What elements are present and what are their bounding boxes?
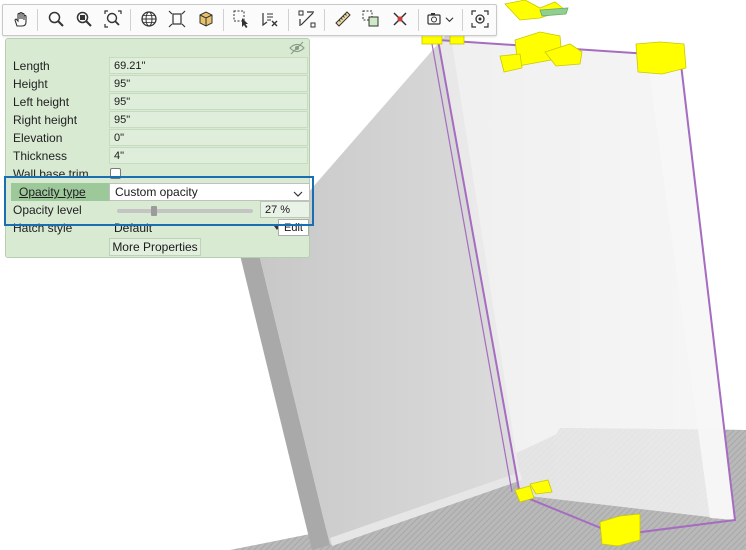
fit-selection-button[interactable] xyxy=(165,7,190,33)
zoom-window-icon xyxy=(75,10,93,31)
globe-icon xyxy=(140,10,158,31)
property-row-wall-base-trim: Wall base trim xyxy=(11,165,308,183)
select-cursor-button[interactable] xyxy=(229,7,254,33)
toolbar-separator xyxy=(324,9,326,31)
select-list-icon xyxy=(261,10,279,31)
property-row-left-height: Left height 95" xyxy=(11,93,308,111)
cube-view-button[interactable] xyxy=(193,7,218,33)
property-row-opacity-level: Opacity level 27 % xyxy=(11,201,310,219)
thickness-field[interactable]: 4" xyxy=(109,147,308,164)
toolbar-separator xyxy=(417,9,419,31)
properties-panel: Length 69.21" Height 95" Left height 95"… xyxy=(5,38,310,258)
chevron-down-icon xyxy=(293,187,303,197)
more-properties-button[interactable]: More Properties xyxy=(109,238,201,256)
height-field[interactable]: 95" xyxy=(109,75,308,92)
panel-header xyxy=(6,39,309,57)
toolbar-separator xyxy=(130,9,132,31)
hand-icon xyxy=(11,10,29,31)
dimension-icon xyxy=(298,10,316,31)
copy-select-icon xyxy=(362,10,380,31)
hatch-edit-button[interactable]: Edit xyxy=(278,219,309,236)
select-cursor-icon xyxy=(233,10,251,31)
dimension-button[interactable] xyxy=(294,7,319,33)
elevation-label: Elevation xyxy=(13,131,63,145)
hide-eye-icon[interactable] xyxy=(289,41,305,55)
viewport-toolbar xyxy=(2,4,497,36)
cube-view-icon xyxy=(197,10,215,31)
zoom-extents-button[interactable] xyxy=(100,7,125,33)
fit-selection-icon xyxy=(168,10,186,31)
pan-button[interactable] xyxy=(7,7,32,33)
opacity-level-label: Opacity level xyxy=(13,203,82,217)
left-height-label: Left height xyxy=(13,95,70,109)
right-height-label: Right height xyxy=(13,113,78,127)
wall-base-trim-label: Wall base trim xyxy=(13,167,89,181)
toolbar-separator xyxy=(288,9,290,31)
measure-button[interactable] xyxy=(330,7,355,33)
elevation-field[interactable]: 0" xyxy=(109,129,308,146)
property-row-height: Height 95" xyxy=(11,75,308,93)
property-row-hatch-style: Hatch style Default Edit xyxy=(11,219,309,237)
property-row-right-height: Right height 95" xyxy=(11,111,308,129)
height-label: Height xyxy=(13,77,48,91)
zoom-extents-icon xyxy=(104,9,122,31)
chevron-down-icon xyxy=(445,13,454,27)
camera-icon xyxy=(426,10,445,31)
toolbar-separator xyxy=(223,9,225,31)
opacity-type-value: Custom opacity xyxy=(115,185,198,199)
opacity-slider-track[interactable] xyxy=(117,209,253,213)
select-list-button[interactable] xyxy=(258,7,283,33)
focus-button[interactable] xyxy=(468,7,493,33)
focus-target-icon xyxy=(471,9,489,31)
property-row-elevation: Elevation 0" xyxy=(11,129,308,147)
opacity-type-dropdown[interactable]: Custom opacity xyxy=(109,183,310,201)
hatch-style-value: Default xyxy=(114,221,153,235)
right-height-field[interactable]: 95" xyxy=(109,111,308,128)
delete-button[interactable] xyxy=(387,7,412,33)
toolbar-separator xyxy=(37,9,39,31)
wall-base-trim-checkbox[interactable] xyxy=(110,168,121,179)
opacity-level-field[interactable]: 27 % xyxy=(260,201,310,218)
thickness-label: Thickness xyxy=(13,149,68,163)
hatch-style-label: Hatch style xyxy=(13,221,73,235)
length-field[interactable]: 69.21" xyxy=(109,57,308,74)
toolbar-separator xyxy=(461,9,463,31)
property-row-opacity-type: Opacity type Custom opacity xyxy=(11,183,310,201)
ruler-icon xyxy=(334,10,352,31)
property-row-more: More Properties xyxy=(11,238,308,256)
zoom-window-button[interactable] xyxy=(72,7,97,33)
opacity-slider-thumb[interactable] xyxy=(150,206,157,216)
copy-select-button[interactable] xyxy=(359,7,384,33)
length-label: Length xyxy=(13,59,50,73)
property-row-thickness: Thickness 4" xyxy=(11,147,308,165)
magnifier-icon xyxy=(47,10,65,31)
camera-button[interactable] xyxy=(423,7,456,33)
zoom-button[interactable] xyxy=(43,7,68,33)
opacity-type-label: Opacity type xyxy=(11,183,110,201)
left-height-field[interactable]: 95" xyxy=(109,93,308,110)
orbit-button[interactable] xyxy=(136,7,161,33)
delete-x-icon xyxy=(391,10,409,31)
property-row-length: Length 69.21" xyxy=(11,57,308,75)
hatch-style-dropdown[interactable]: Default xyxy=(109,219,280,237)
